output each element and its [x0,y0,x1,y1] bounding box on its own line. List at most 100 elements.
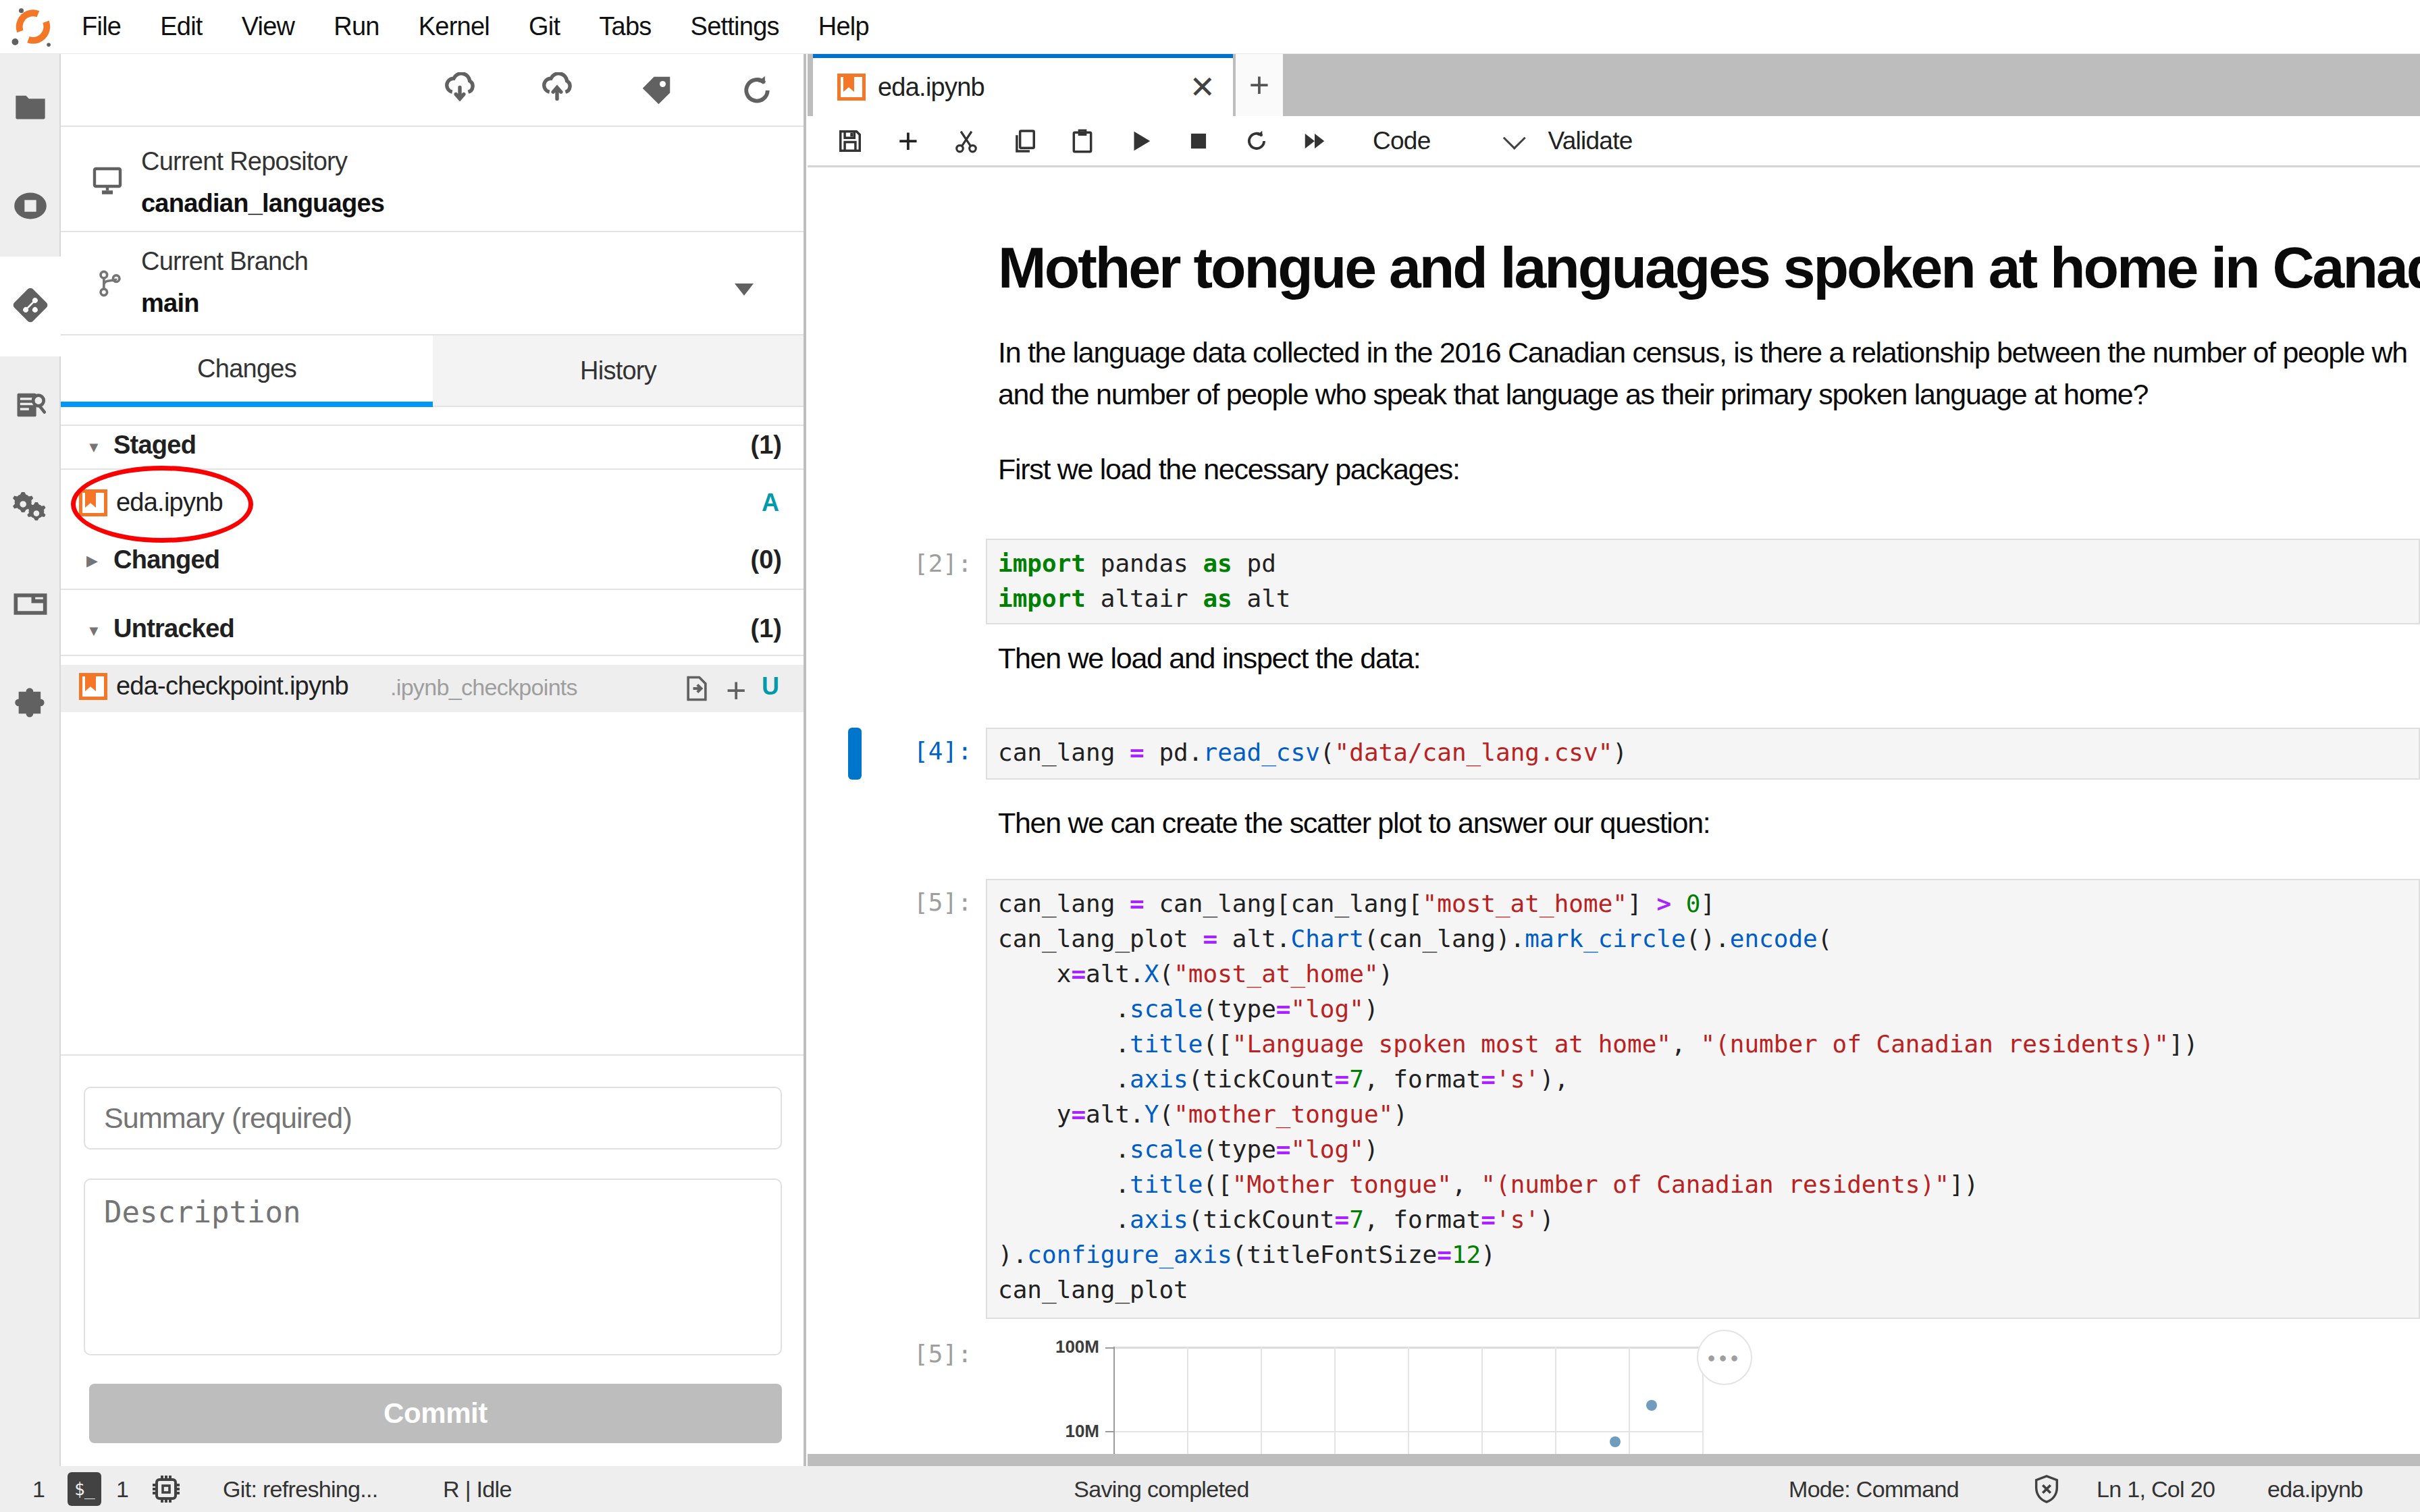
terminals-count[interactable]: 1 [32,1466,45,1512]
md-then-create: Then we can create the scatter plot to a… [998,807,1710,840]
repository-icon [91,164,124,196]
cell-type-caret-icon[interactable] [1502,126,1525,149]
dock-tab-bar: eda.ipynb ✕ + [808,54,2420,116]
tab-changes[interactable]: Changes [61,335,433,407]
new-tab-button[interactable]: + [1236,54,1283,116]
code-line: y=alt.Y("mother_tongue") [998,1097,2419,1132]
menu-edit[interactable]: Edit [140,12,221,41]
branch-dropdown-caret[interactable] [735,284,754,296]
main-dock: eda.ipynb ✕ + + [808,54,2420,1466]
mode-indicator[interactable]: Mode: Command [1789,1466,1959,1512]
saving-status: Saving completed [993,1466,1330,1512]
scatter-point [1610,1436,1621,1447]
notebook-file-icon [79,673,107,700]
menu-file[interactable]: File [62,12,140,41]
stage-plus-icon[interactable]: + [726,670,746,711]
active-file-name: eda.ipynb [2267,1466,2363,1512]
kernel-chip-icon [150,1466,182,1512]
caret-right-icon: ▶ [86,552,98,570]
kernels-count[interactable]: 1 [116,1466,128,1512]
restart-kernel-icon[interactable] [1243,126,1270,156]
running-kernels-icon[interactable] [0,173,61,238]
repo-value: canadian_languages [141,189,384,218]
notebook-file-icon [837,74,866,101]
menu-view[interactable]: View [222,12,315,41]
code-line: ).configure_axis(titleFontSize=12) [998,1237,2419,1272]
section-changed[interactable]: ▶ Changed (0) [61,540,804,583]
notebook-tab[interactable]: eda.ipynb ✕ [813,54,1233,116]
summary-input[interactable] [84,1087,782,1150]
property-inspector-icon[interactable] [0,373,61,437]
code-line: .scale(type="log") [998,1132,2419,1167]
add-cell-icon[interactable]: + [895,126,922,156]
git-push-icon[interactable] [537,54,577,127]
open-file-icon[interactable] [682,672,712,705]
notebook-content: Mother tongue and languages spoken at ho… [808,173,2420,1454]
jupyterlab-app: File Edit View Run Kernel Git Tabs Setti… [0,0,2420,1512]
active-cell-indicator [848,728,862,780]
git-tag-icon[interactable] [636,54,677,127]
validate-button[interactable]: Validate [1548,127,1633,155]
code-line: can_lang_plot [998,1272,2419,1307]
cut-cells-icon[interactable] [953,126,980,156]
terminal-icon[interactable]: $_ [68,1466,101,1512]
code-line: .axis(tickCount=7, format='s') [998,1202,2419,1237]
menu-tabs[interactable]: Tabs [579,12,670,41]
code-line: import altair as alt [998,581,2419,616]
code-cell-5[interactable]: can_lang = can_lang[can_lang["most_at_ho… [986,879,2420,1319]
branch-icon [95,267,125,300]
extension-puzzle-icon[interactable] [0,671,61,736]
md-first-packages: First we load the necessary packages: [998,453,1460,486]
tab-history[interactable]: History [433,335,804,407]
status-bar: 1 $_ 1 Git: refreshing... R | Idle Savin… [0,1466,2420,1512]
file-browser-icon[interactable] [0,74,61,138]
md-heading: Mother tongue and languages spoken at ho… [998,234,2420,301]
section-untracked[interactable]: ▼ Untracked (1) [61,609,804,652]
code-line: .axis(tickCount=7, format='s'), [998,1062,2419,1097]
tab-close-icon[interactable]: ✕ [1189,69,1215,105]
git-status[interactable]: Git: refreshing... [223,1466,378,1512]
code-line: .title(["Mother tongue", "(number of Can… [998,1167,2419,1202]
status-badge-untracked: U [762,672,779,701]
notebook-tools-icon[interactable] [0,572,61,637]
caret-down-icon: ▼ [86,622,101,640]
cell4-prompt: [4]: [914,737,972,765]
copy-cells-icon[interactable] [1011,126,1038,156]
cursor-position[interactable]: Ln 1, Col 20 [2097,1466,2215,1512]
code-cell-2[interactable]: import pandas as pdimport altair as alt [986,539,2420,624]
menu-run[interactable]: Run [314,12,398,41]
menu-kernel[interactable]: Kernel [399,12,509,41]
save-icon[interactable] [837,126,864,156]
cell2-prompt: [2]: [914,549,972,577]
settings-gears-icon[interactable] [0,473,61,537]
run-cell-icon[interactable] [1127,126,1154,156]
red-circle-annotation [71,466,253,543]
cell-type-dropdown[interactable]: Code [1373,127,1431,155]
description-textarea[interactable] [84,1179,782,1355]
git-panel: Current Repository canadian_languages Cu… [61,54,806,1466]
section-staged[interactable]: ▼ Staged (1) [61,425,804,468]
kernel-status[interactable]: R | Idle [443,1466,512,1512]
menu-help[interactable]: Help [799,12,889,41]
code-line: .title(["Language spoken most at home", … [998,1027,2419,1062]
jupyter-logo-icon [0,0,62,54]
git-refresh-icon[interactable] [737,54,777,127]
untracked-file-row[interactable]: eda-checkpoint.ipynb .ipynb_checkpoints … [61,665,804,712]
paste-cells-icon[interactable] [1069,126,1096,156]
commit-button[interactable]: Commit [89,1384,782,1443]
code-line: can_lang = can_lang[can_lang["most_at_ho… [998,886,2419,921]
stop-kernel-icon[interactable] [1185,126,1212,156]
code-cell-4[interactable]: can_lang = pd.read_csv("data/can_lang.cs… [986,728,2420,780]
code-line: import pandas as pd [998,546,2419,581]
caret-down-icon: ▼ [86,439,101,456]
menu-settings[interactable]: Settings [671,12,799,41]
code-line: x=alt.X("most_at_home") [998,956,2419,992]
branch-label: Current Branch [141,247,308,276]
notebook-toolbar: + Code Validate [808,116,2420,167]
scatter-plot-output: 100M 10M ●●● [808,1320,2420,1454]
run-all-icon[interactable] [1301,126,1328,156]
git-pull-icon[interactable] [440,54,480,127]
output-more-button[interactable]: ●●● [1697,1330,1752,1385]
git-icon[interactable] [0,273,61,338]
menu-git[interactable]: Git [509,12,579,41]
